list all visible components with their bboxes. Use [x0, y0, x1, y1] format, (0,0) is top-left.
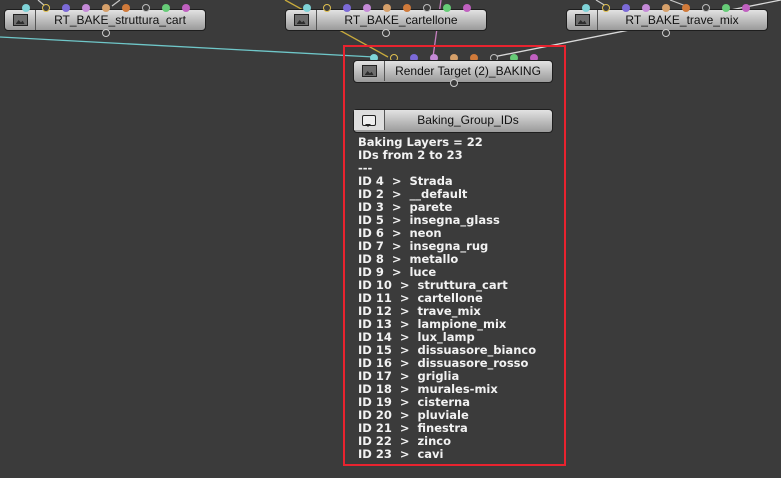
- wire-cyan: [0, 36, 375, 58]
- input-port[interactable]: [82, 4, 90, 12]
- input-port[interactable]: [722, 4, 730, 12]
- node-rt-bake-cartellone[interactable]: RT_BAKE_cartellone: [285, 9, 487, 31]
- image-icon: [5, 10, 36, 30]
- input-port[interactable]: [602, 4, 610, 12]
- input-port[interactable]: [582, 4, 590, 12]
- input-port[interactable]: [303, 4, 311, 12]
- input-port[interactable]: [622, 4, 630, 12]
- output-port[interactable]: [382, 29, 390, 37]
- input-port[interactable]: [162, 4, 170, 12]
- input-port[interactable]: [383, 4, 391, 12]
- input-port[interactable]: [423, 4, 431, 12]
- image-icon: [286, 10, 317, 30]
- node-title: RT_BAKE_struttura_cart: [54, 13, 186, 27]
- node-title: RT_BAKE_trave_mix: [625, 13, 739, 27]
- input-port[interactable]: [403, 4, 411, 12]
- input-port[interactable]: [22, 4, 30, 12]
- input-port[interactable]: [363, 4, 371, 12]
- output-port[interactable]: [662, 29, 670, 37]
- input-port[interactable]: [343, 4, 351, 12]
- input-port[interactable]: [662, 4, 670, 12]
- input-port[interactable]: [62, 4, 70, 12]
- input-port[interactable]: [323, 4, 331, 12]
- input-port[interactable]: [443, 4, 451, 12]
- input-port[interactable]: [122, 4, 130, 12]
- output-port[interactable]: [102, 29, 110, 37]
- node-rt-bake-trave-mix[interactable]: RT_BAKE_trave_mix: [566, 9, 768, 31]
- input-port[interactable]: [102, 4, 110, 12]
- input-port[interactable]: [142, 4, 150, 12]
- node-title: RT_BAKE_cartellone: [344, 13, 458, 27]
- input-port[interactable]: [42, 4, 50, 12]
- input-port[interactable]: [182, 4, 190, 12]
- input-port[interactable]: [702, 4, 710, 12]
- input-port[interactable]: [642, 4, 650, 12]
- input-port[interactable]: [682, 4, 690, 12]
- node-rt-bake-struttura-cart[interactable]: RT_BAKE_struttura_cart: [4, 9, 206, 31]
- input-port[interactable]: [742, 4, 750, 12]
- input-port[interactable]: [463, 4, 471, 12]
- image-icon: [567, 10, 598, 30]
- selection-highlight: [343, 45, 566, 466]
